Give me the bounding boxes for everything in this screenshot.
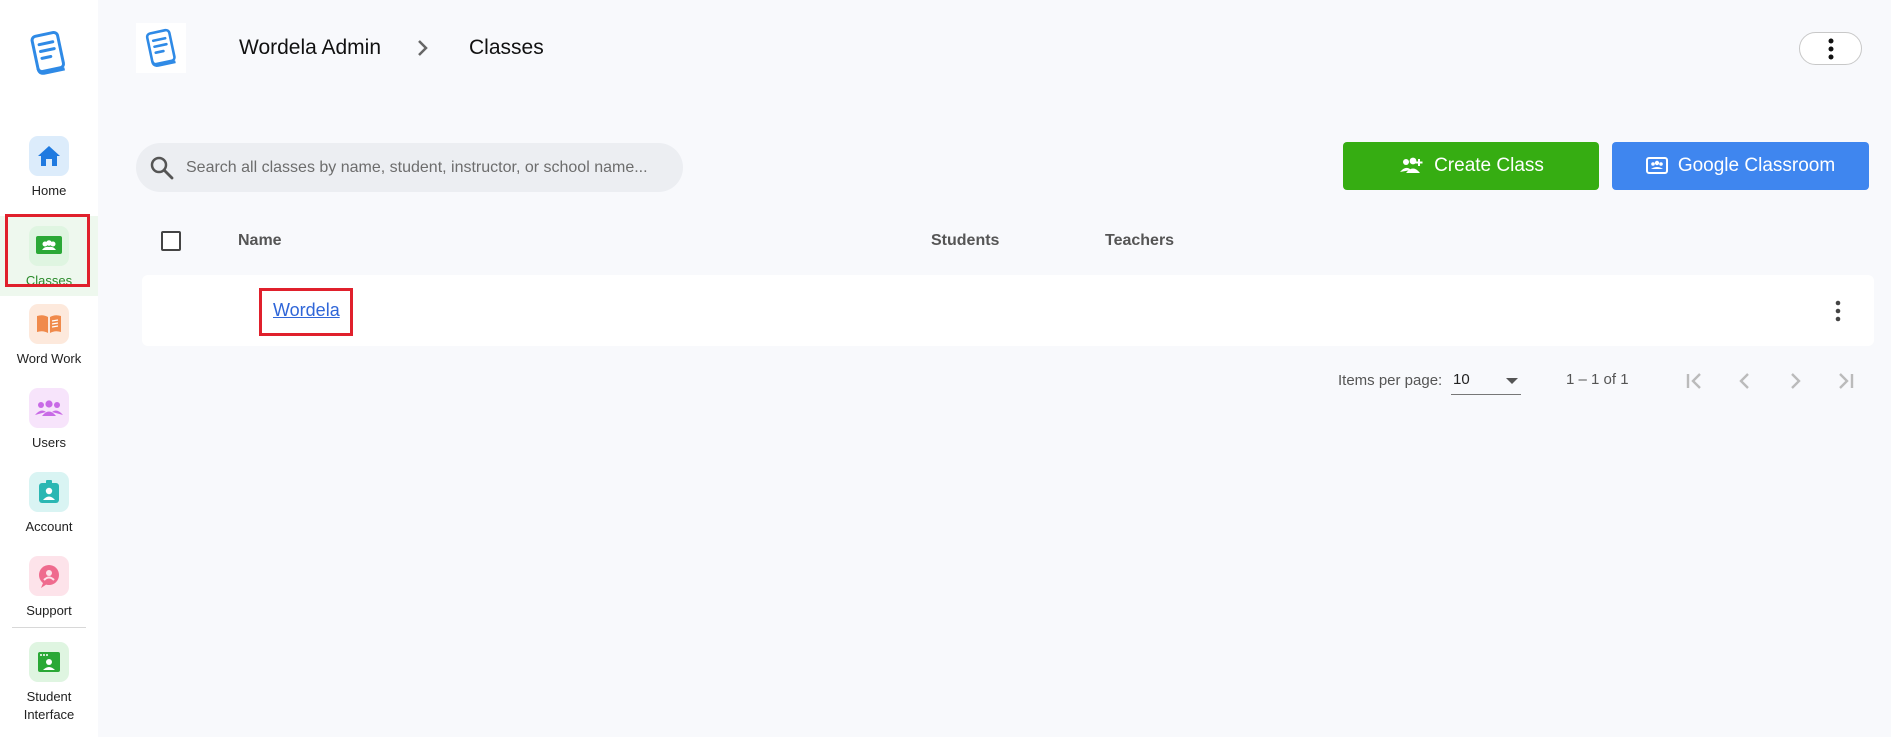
last-page-button[interactable] [1821, 357, 1869, 405]
last-page-icon [1839, 373, 1854, 389]
caret-down-icon [1506, 378, 1518, 384]
book-icon [29, 304, 69, 344]
google-classroom-button[interactable]: Google Classroom [1612, 142, 1869, 190]
search-input[interactable] [186, 158, 666, 177]
create-class-button[interactable]: Create Class [1343, 142, 1599, 190]
sidebar-item-label: Classes [25, 273, 73, 288]
sidebar-item-classes[interactable]: Classes [0, 216, 98, 296]
items-per-page-select[interactable]: 10 [1451, 368, 1521, 395]
chevron-right-icon [1791, 373, 1801, 389]
search-icon [150, 156, 174, 179]
breadcrumb-current: Classes [469, 36, 544, 59]
items-per-page-label: Items per page: [1338, 372, 1443, 389]
users-icon [29, 388, 69, 428]
create-class-label: Create Class [1434, 155, 1544, 176]
more-options-button[interactable] [1799, 32, 1862, 65]
class-name-link[interactable]: Wordela [273, 299, 340, 321]
sidebar-item-word-work[interactable]: Word Work [0, 304, 98, 384]
chevron-left-icon [1739, 373, 1749, 389]
pagination-range: 1 – 1 of 1 [1566, 371, 1629, 388]
sidebar-item-label-line1: Student [26, 689, 72, 704]
first-page-icon [1686, 373, 1701, 389]
header-logo-icon [136, 23, 186, 73]
sidebar-item-account[interactable]: Account [0, 472, 98, 552]
account-icon [29, 472, 69, 512]
table-row [142, 275, 1874, 346]
google-classroom-icon [1645, 157, 1668, 175]
next-page-button[interactable] [1771, 357, 1819, 405]
users-add-icon [1398, 156, 1424, 176]
sidebar-divider [12, 627, 86, 628]
student-interface-icon [29, 642, 69, 682]
sidebar-item-label-line2: Interface [23, 707, 75, 722]
column-header-name[interactable]: Name [238, 231, 282, 251]
classes-icon [29, 226, 69, 266]
sidebar-item-home[interactable]: Home [0, 136, 98, 216]
sidebar-item-label: Account [25, 519, 73, 534]
sidebar: Home Classes Word Work Users Account Sup… [0, 0, 98, 737]
sidebar-item-label: Word Work [16, 351, 82, 366]
support-icon [29, 556, 69, 596]
home-icon [29, 136, 69, 176]
sidebar-item-label: Support [26, 603, 72, 618]
previous-page-button[interactable] [1721, 357, 1769, 405]
first-page-button[interactable] [1671, 357, 1719, 405]
row-more-options-button[interactable] [1828, 298, 1848, 324]
sidebar-item-users[interactable]: Users [0, 388, 98, 468]
items-per-page-value: 10 [1453, 371, 1470, 388]
sidebar-item-student-interface[interactable]: Student Interface [0, 642, 98, 732]
kebab-icon [1828, 38, 1833, 59]
select-all-checkbox[interactable] [161, 231, 181, 251]
sidebar-item-support[interactable]: Support [0, 556, 98, 636]
google-classroom-label: Google Classroom [1677, 155, 1836, 176]
wordela-logo-icon[interactable] [25, 28, 71, 78]
column-header-students[interactable]: Students [931, 231, 999, 251]
search-bar [136, 143, 683, 192]
sidebar-item-label: Users [32, 435, 66, 450]
sidebar-item-label: Home [31, 183, 67, 198]
chevron-right-icon [414, 38, 432, 58]
breadcrumb-root[interactable]: Wordela Admin [239, 34, 381, 62]
sidebar-item-label: Student Interface [0, 688, 98, 724]
kebab-icon [1835, 300, 1841, 322]
column-header-teachers[interactable]: Teachers [1105, 231, 1174, 251]
